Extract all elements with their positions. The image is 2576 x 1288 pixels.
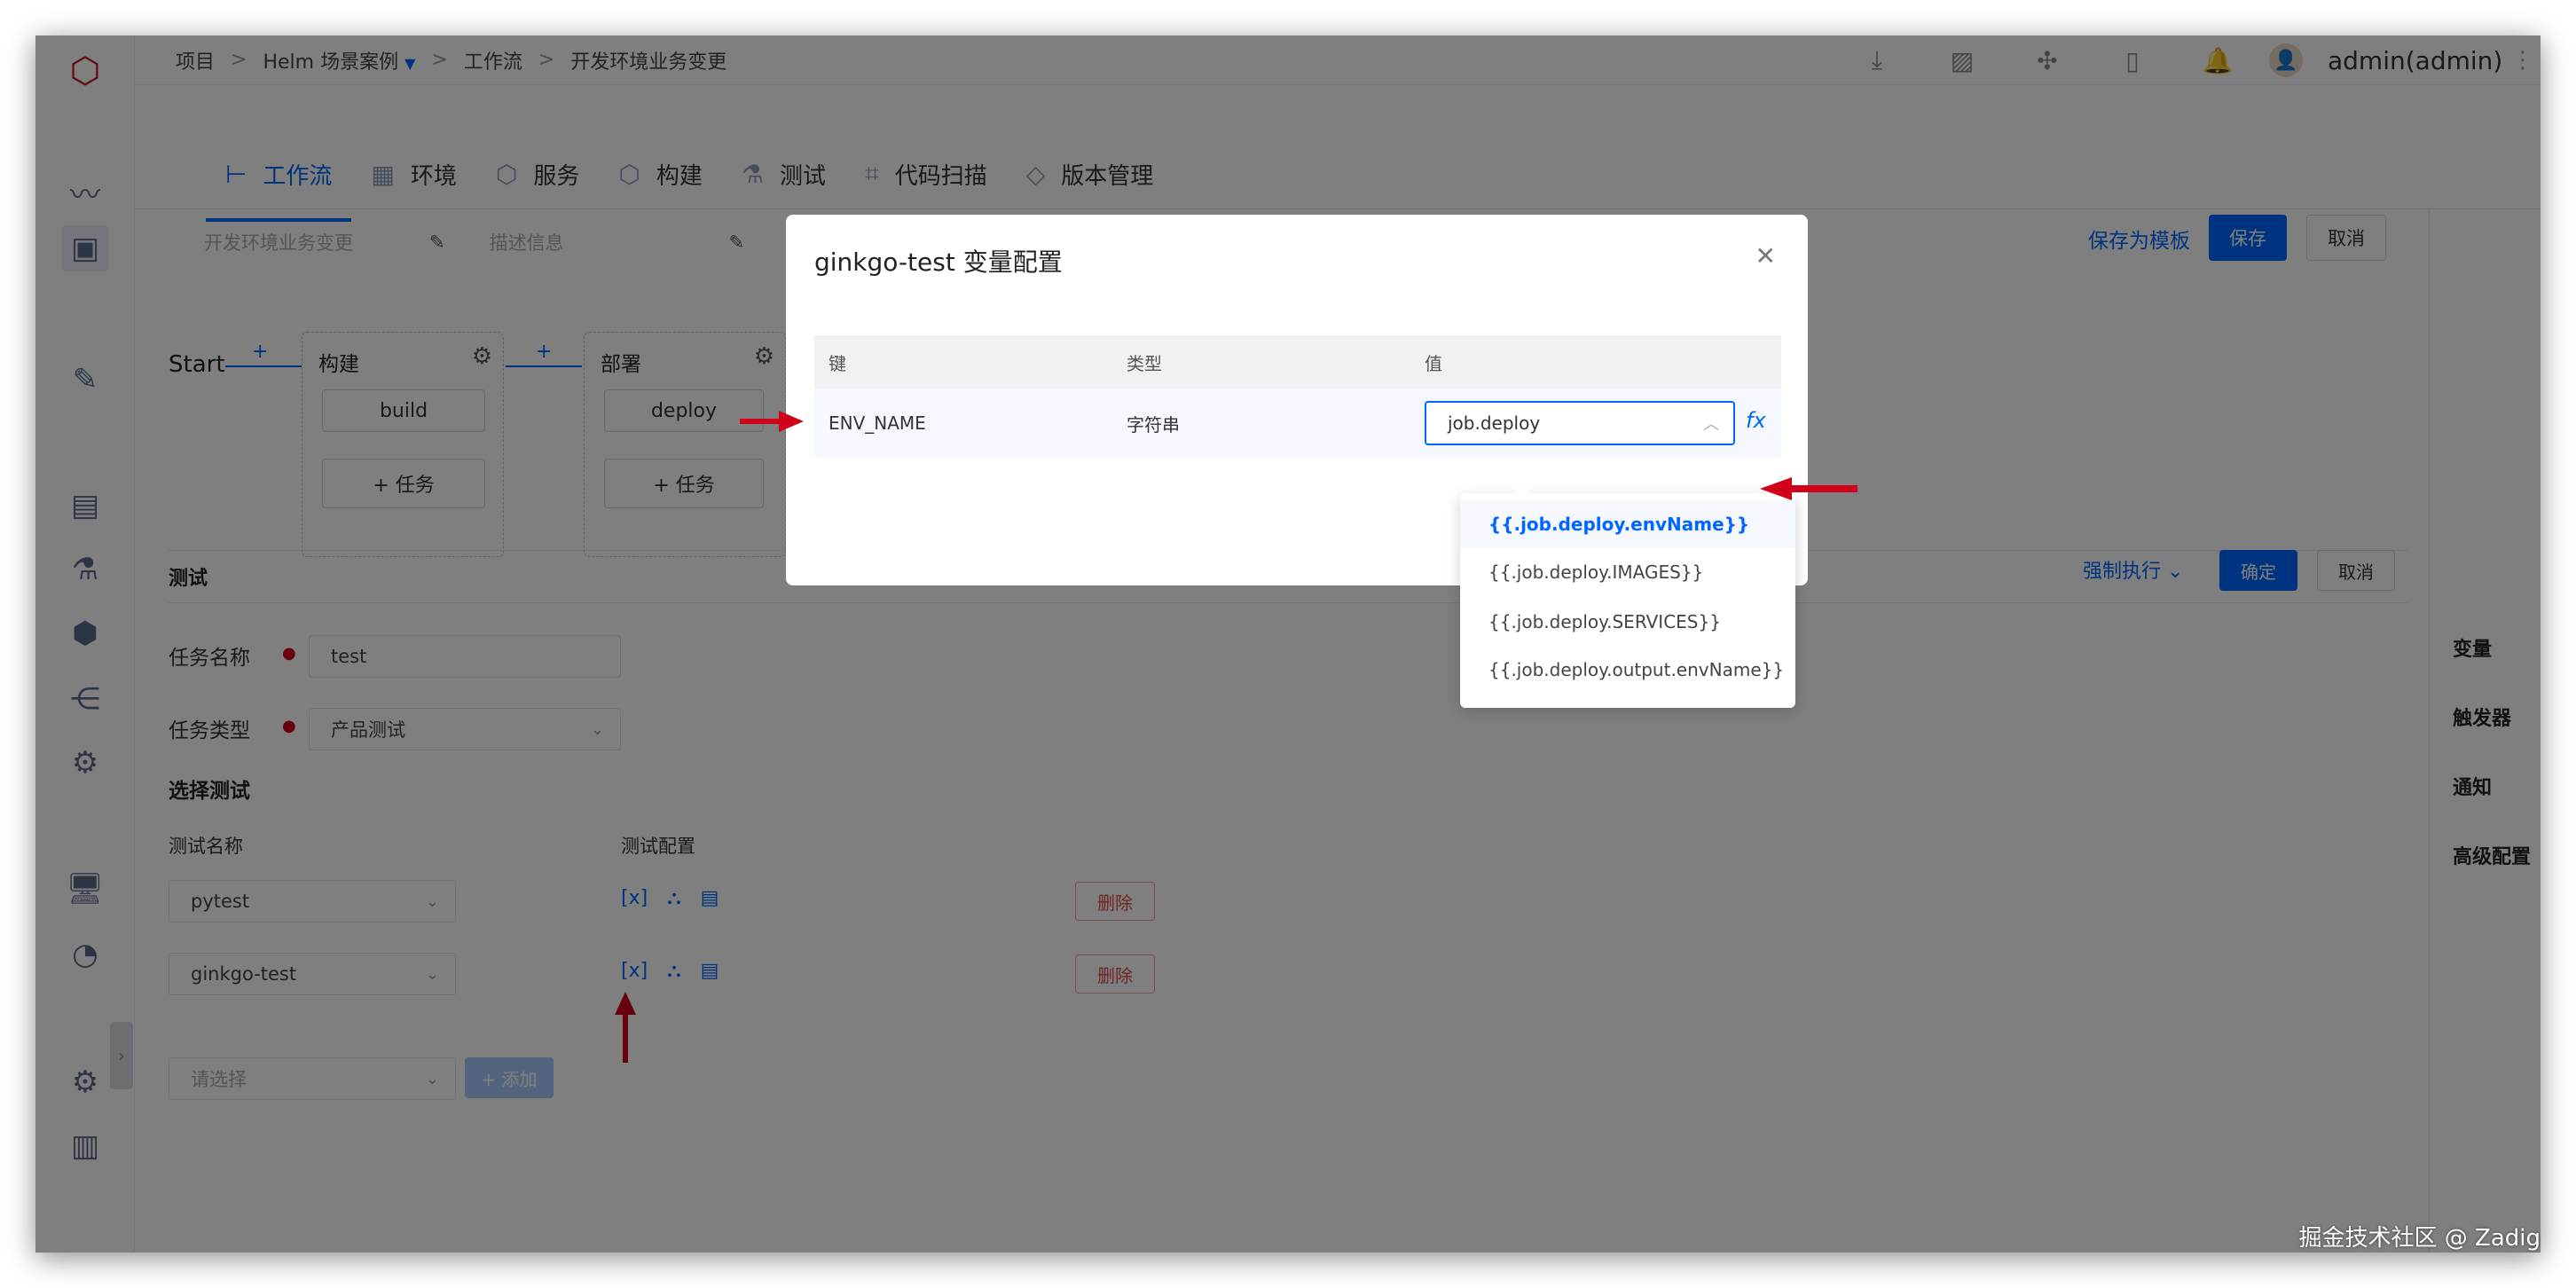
function-icon[interactable]: fx — [1746, 408, 1766, 433]
option-output-env-name[interactable]: {{.job.deploy.output.envName}} — [1460, 646, 1795, 694]
variable-type: 字符串 — [1127, 413, 1180, 436]
chevron-up-icon: ︿ — [1703, 415, 1719, 434]
watermark: 掘金技术社区 @ Zadig — [2298, 1225, 2541, 1252]
variable-key: ENV_NAME — [829, 412, 926, 434]
annotation-arrow-left — [1760, 477, 1857, 500]
option-services[interactable]: {{.job.deploy.SERVICES}} — [1460, 598, 1795, 646]
column-type: 类型 — [1127, 352, 1162, 374]
column-key: 键 — [829, 352, 846, 374]
annotation-arrow-right — [740, 411, 804, 432]
option-env-name[interactable]: {{.job.deploy.envName}} — [1460, 500, 1795, 548]
modal-title: ginkgo-test 变量配置 — [814, 247, 1063, 277]
table-row: ENV_NAME 字符串 job.deploy ︿ fx — [814, 389, 1781, 458]
table-header: 键 类型 值 — [814, 335, 1781, 389]
app-window: ⬡ 〰 ▣ ✎ ▤ ⚗ ⬢ ⋲ ⚙ 🖥 ◔ ⚙ ▥ › 项目 > Helm 场景… — [35, 35, 2541, 1253]
option-images[interactable]: {{.job.deploy.IMAGES}} — [1460, 548, 1795, 596]
close-icon[interactable]: ✕ — [1755, 241, 1776, 271]
value-options-dropdown: {{.job.deploy.envName}} {{.job.deploy.IM… — [1460, 484, 1795, 708]
column-value: 值 — [1425, 352, 1442, 374]
variable-value-select[interactable]: job.deploy ︿ — [1425, 401, 1735, 445]
